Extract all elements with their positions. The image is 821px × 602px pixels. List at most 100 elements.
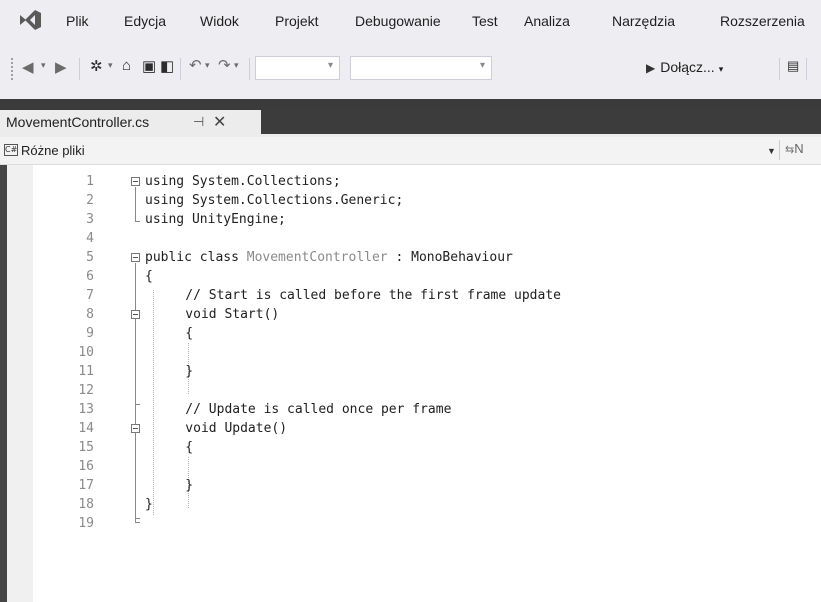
menu-test[interactable]: Test xyxy=(472,13,498,29)
tab-movementcontroller[interactable]: MovementController.cs ⊣ ✕ xyxy=(0,110,261,134)
menu-analiza[interactable]: Analiza xyxy=(524,13,570,29)
save-all-icon[interactable]: ◧ xyxy=(160,57,174,75)
outline-end xyxy=(135,518,140,519)
code-line[interactable]: } xyxy=(154,476,193,495)
class-name: MovementController xyxy=(246,250,388,265)
outline-line xyxy=(135,434,136,518)
code-line[interactable]: public class MovementController : MonoBe… xyxy=(145,248,513,267)
outline-end xyxy=(135,221,140,222)
class-icon: ⇆ xyxy=(785,144,795,156)
chevron-down-icon[interactable]: ▼ xyxy=(767,146,776,156)
tab-title: MovementController.cs xyxy=(6,114,150,130)
code-line[interactable]: { xyxy=(154,324,193,343)
line-number: 16 xyxy=(78,459,94,474)
line-number: 4 xyxy=(86,231,94,246)
collapse-region-icon[interactable] xyxy=(131,253,140,262)
line-number: 11 xyxy=(78,364,94,379)
menu-narzedzia[interactable]: Narzędzia xyxy=(612,13,675,29)
redo-icon[interactable]: ↷ xyxy=(218,56,231,74)
line-number: 18 xyxy=(78,497,94,512)
play-icon: ▶ xyxy=(646,61,656,75)
save-icon[interactable]: ▣ xyxy=(142,57,156,75)
menu-widok[interactable]: Widok xyxy=(200,13,239,29)
nav-separator xyxy=(779,140,780,160)
type-member-select[interactable]: ⇆N xyxy=(785,141,804,156)
outline-end xyxy=(135,404,140,405)
code-line[interactable]: { xyxy=(154,438,193,457)
find-in-files-icon[interactable]: ▤ xyxy=(787,58,799,74)
new-project-icon[interactable]: ✲ xyxy=(90,57,103,75)
csharp-file-icon: C# xyxy=(4,144,18,156)
toolbar-separator xyxy=(806,58,807,80)
indicator-margin[interactable] xyxy=(7,165,33,602)
code-line[interactable]: using System.Collections; xyxy=(145,172,341,191)
platform-select[interactable]: ▾ xyxy=(350,56,492,80)
collapse-region-icon[interactable] xyxy=(131,424,140,433)
outline-line xyxy=(135,320,136,404)
line-number: 10 xyxy=(78,345,94,360)
line-number: 2 xyxy=(86,193,94,208)
menu-rozszerzenia[interactable]: Rozszerzenia xyxy=(720,13,805,29)
class-keywords: public class xyxy=(145,250,247,265)
redo-dropdown-icon[interactable]: ▾ xyxy=(234,60,239,71)
line-number: 13 xyxy=(78,402,94,417)
menu-projekt[interactable]: Projekt xyxy=(275,13,319,29)
chevron-down-icon: ▾ xyxy=(718,64,724,74)
undo-icon[interactable]: ↶ xyxy=(189,56,202,74)
outline-line xyxy=(135,187,136,221)
forward-icon[interactable]: ▶ xyxy=(55,58,67,76)
new-dropdown-icon[interactable]: ▾ xyxy=(108,60,113,71)
open-folder-icon[interactable]: ⌂ xyxy=(122,57,131,74)
line-number: 5 xyxy=(86,250,94,265)
menu-debugowanie[interactable]: Debugowanie xyxy=(355,13,441,29)
menu-edycja[interactable]: Edycja xyxy=(124,13,166,29)
chevron-down-icon: ▾ xyxy=(327,60,333,71)
line-number: 7 xyxy=(86,288,94,303)
attach-button[interactable]: ▶ Dołącz... ▾ xyxy=(646,59,723,75)
chevron-down-icon: ▾ xyxy=(479,60,485,71)
project-scope-select[interactable]: Różne pliki xyxy=(21,143,85,158)
collapse-region-icon[interactable] xyxy=(131,310,140,319)
code-line[interactable]: void Update() xyxy=(154,419,287,438)
navigation-bar xyxy=(0,137,821,165)
line-number: 8 xyxy=(86,307,94,322)
attach-label: Dołącz... xyxy=(660,59,715,75)
undo-dropdown-icon[interactable]: ▾ xyxy=(205,60,210,71)
code-editor[interactable] xyxy=(33,165,821,602)
toolbar-grip[interactable] xyxy=(10,57,14,81)
back-dropdown-icon[interactable]: ▾ xyxy=(41,60,46,71)
line-number: 19 xyxy=(78,516,94,531)
configuration-select[interactable]: ▾ xyxy=(255,56,340,80)
menu-plik[interactable]: Plik xyxy=(66,13,89,29)
visual-studio-logo-icon xyxy=(20,10,41,30)
document-well-background xyxy=(0,99,821,110)
code-line[interactable]: } xyxy=(154,362,193,381)
code-line[interactable]: // Start is called before the first fram… xyxy=(154,286,561,305)
member-label: N xyxy=(794,141,804,156)
line-number: 1 xyxy=(86,174,94,189)
code-line[interactable]: void Start() xyxy=(154,305,279,324)
toolbar-separator xyxy=(180,58,181,80)
line-number: 9 xyxy=(86,326,94,341)
editor-left-border xyxy=(0,165,7,602)
toolbar-separator xyxy=(79,58,80,80)
code-line[interactable]: } xyxy=(145,495,153,514)
back-icon[interactable]: ◀ xyxy=(22,58,34,76)
toolbar-separator xyxy=(779,58,780,80)
menu-bar: Plik Edycja Widok Projekt Debugowanie Te… xyxy=(0,0,821,44)
line-number: 15 xyxy=(78,440,94,455)
outline-end xyxy=(135,522,140,523)
line-number: 3 xyxy=(86,212,94,227)
code-line[interactable]: // Update is called once per frame xyxy=(154,400,451,419)
code-line[interactable]: { xyxy=(145,267,153,286)
line-number: 17 xyxy=(78,478,94,493)
line-number: 14 xyxy=(78,421,94,436)
collapse-region-icon[interactable] xyxy=(131,177,140,186)
base-class: : MonoBehaviour xyxy=(387,250,513,265)
code-line[interactable]: using UnityEngine; xyxy=(145,210,286,229)
pin-icon[interactable]: ⊣ xyxy=(193,114,204,130)
close-icon[interactable]: ✕ xyxy=(213,112,226,132)
code-line[interactable]: using System.Collections.Generic; xyxy=(145,191,403,210)
toolbar-separator xyxy=(249,58,250,80)
line-number: 12 xyxy=(78,383,94,398)
